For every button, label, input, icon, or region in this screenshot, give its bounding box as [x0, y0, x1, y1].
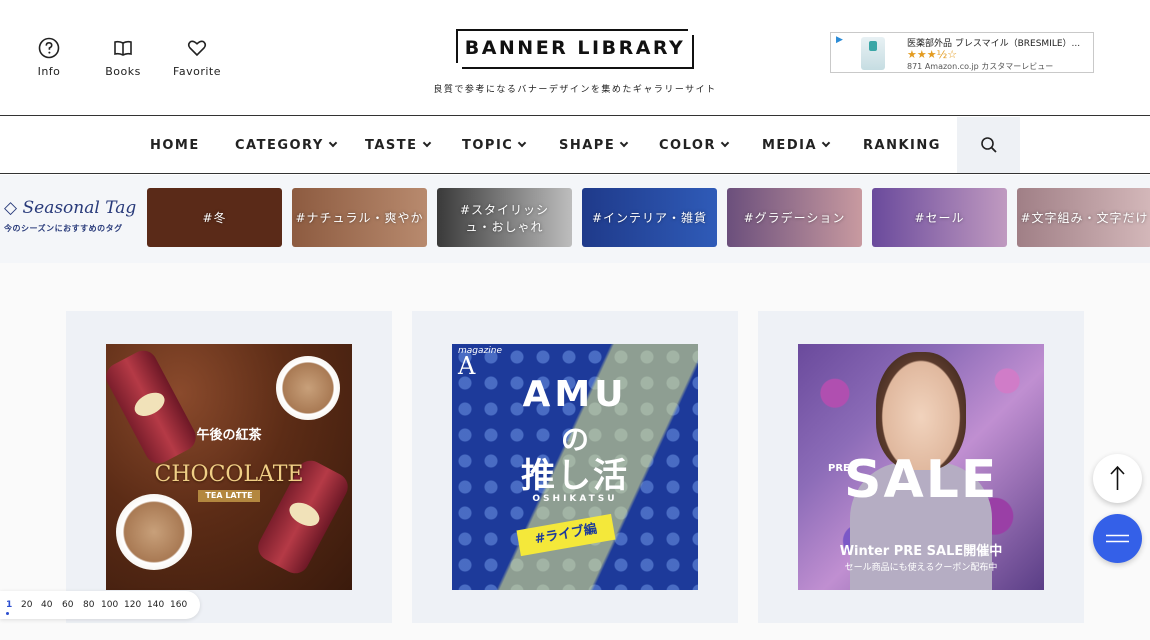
nav-home[interactable]: HOME	[150, 138, 200, 153]
banner-caption: Winter PRE SALE開催中	[839, 544, 1003, 559]
banner-title: 推し活	[521, 456, 629, 496]
pager-option[interactable]: 40	[41, 600, 52, 610]
pager-option[interactable]: 80	[83, 600, 94, 610]
tag-icon: ◇	[4, 198, 23, 218]
banner-subhead: TEA LATTE	[198, 490, 260, 502]
nav-ranking-label: RANKING	[863, 138, 941, 153]
banner-headline: SALE	[844, 450, 999, 510]
seasonal-tag-bar: ◇ Seasonal Tag 今のシーズンにおすすめのタグ #冬 #ナチュラル・…	[0, 175, 1150, 263]
ad-rating-stars: ★★★½☆	[907, 48, 958, 61]
arrow-up-icon	[1110, 465, 1125, 490]
favorite-button[interactable]: Favorite	[162, 37, 232, 78]
pager-option[interactable]: 120	[124, 600, 141, 610]
seasonal-tag-label: #スタイリッシュ・おしゃれ	[459, 202, 550, 234]
banner-grid: 午後の紅茶 CHOCOLATE TEA LATTE magazine A AMU…	[0, 263, 1150, 640]
pager-active-indicator	[6, 612, 9, 615]
scroll-top-button[interactable]	[1093, 454, 1142, 503]
ad-choices-icon[interactable]: ▶	[836, 35, 843, 45]
nav-color-label: COLOR	[659, 138, 716, 153]
latte-cup-image	[276, 356, 340, 420]
seasonal-tag-label: #セール	[914, 211, 965, 225]
chevron-down-icon	[619, 138, 629, 148]
nav-color[interactable]: COLOR	[659, 138, 730, 153]
banner-headline: AMU	[522, 374, 628, 415]
pager-option[interactable]: 140	[147, 600, 164, 610]
seasonal-tag-interior[interactable]: #インテリア・雑貨	[582, 188, 717, 247]
nav-topic[interactable]: TOPIC	[462, 138, 527, 153]
seasonal-tag-winter[interactable]: #冬	[147, 188, 282, 247]
main-nav: HOME CATEGORY TASTE TOPIC SHAPE COLOR ME…	[0, 117, 1150, 174]
ad-banner[interactable]: ▶ 医薬部外品 ブレスマイル（BRESMILE）... ★★★½☆ 871 Am…	[830, 32, 1094, 73]
search-icon	[981, 137, 997, 153]
page-count-selector: 1 20 40 60 80 100 120 140 160	[0, 591, 200, 619]
books-label: Books	[105, 65, 141, 78]
seasonal-tag-heading: ◇ Seasonal Tag 今のシーズンにおすすめのタグ	[4, 198, 139, 234]
nav-home-label: HOME	[150, 138, 200, 153]
info-button[interactable]: Info	[14, 37, 84, 78]
pager-option[interactable]: 60	[62, 600, 73, 610]
nav-topic-label: TOPIC	[462, 138, 514, 153]
site-header: Info Books Favorite BANNER LIBRARY 良質で参考…	[0, 0, 1150, 116]
heart-icon	[187, 40, 207, 57]
nav-category-label: CATEGORY	[235, 138, 324, 153]
chevron-down-icon	[518, 138, 527, 148]
logo-text: BANNER LIBRARY	[464, 37, 686, 59]
ad-review-count: 871 Amazon.co.jp カスタマーレビュー	[907, 62, 1054, 71]
nav-ranking[interactable]: RANKING	[863, 138, 941, 153]
banner-brand-text: 午後の紅茶	[196, 428, 262, 443]
pager-option[interactable]: 1	[6, 600, 12, 610]
seasonal-subtitle: 今のシーズンにおすすめのタグ	[4, 224, 123, 233]
seasonal-tag-typography[interactable]: #文字組み・文字だけ	[1017, 188, 1150, 247]
chevron-down-icon	[720, 138, 730, 148]
seasonal-tag-label: #冬	[202, 211, 227, 225]
seasonal-title-text: Seasonal Tag	[22, 198, 137, 218]
seasonal-tag-label: #文字組み・文字だけ	[1020, 211, 1149, 225]
banner-subcaption: セール商品にも使えるクーポン配布中	[844, 563, 998, 573]
chevron-down-icon	[422, 138, 431, 148]
product-can-image	[106, 345, 201, 469]
chevron-down-icon	[328, 138, 338, 148]
seasonal-tag-sale[interactable]: #セール	[872, 188, 1007, 247]
nav-search-button[interactable]	[957, 117, 1020, 173]
nav-taste[interactable]: TASTE	[365, 138, 431, 153]
banner-card[interactable]: PRE SALE Winter PRE SALE開催中 セール商品にも使えるクー…	[758, 311, 1084, 623]
seasonal-tag-label: #グラデーション	[743, 211, 846, 225]
nav-shape[interactable]: SHAPE	[559, 138, 629, 153]
site-logo[interactable]: BANNER LIBRARY	[456, 29, 694, 69]
banner-thumbnail[interactable]: PRE SALE Winter PRE SALE開催中 セール商品にも使えるクー…	[798, 344, 1044, 590]
banner-thumbnail[interactable]: 午後の紅茶 CHOCOLATE TEA LATTE	[106, 344, 352, 590]
question-circle-icon	[38, 37, 60, 59]
ad-product-image[interactable]	[861, 37, 885, 70]
pager-option[interactable]: 160	[170, 600, 187, 610]
nav-shape-label: SHAPE	[559, 138, 616, 153]
nav-category[interactable]: CATEGORY	[235, 138, 338, 153]
banner-headline: CHOCOLATE	[154, 462, 304, 487]
seasonal-tag-label: #インテリア・雑貨	[591, 211, 708, 225]
favorite-label: Favorite	[173, 65, 221, 78]
pager-option[interactable]: 20	[21, 600, 32, 610]
pager-option[interactable]: 100	[101, 600, 118, 610]
seasonal-tag-stylish[interactable]: #スタイリッシュ・おしゃれ	[437, 188, 572, 247]
banner-card[interactable]: magazine A AMU の 推し活 OSHIKATSU #ライブ編	[412, 311, 738, 623]
chevron-down-icon	[821, 138, 831, 148]
banner-pre-label: PRE	[828, 462, 850, 476]
seasonal-tag-natural[interactable]: #ナチュラル・爽やか	[292, 188, 427, 247]
info-label: Info	[37, 65, 61, 78]
site-tagline: 良質で参考になるバナーデザインを集めたギャラリーサイト	[433, 85, 717, 95]
seasonal-tag-gradation[interactable]: #グラデーション	[727, 188, 862, 247]
seasonal-tag-label: #ナチュラル・爽やか	[295, 211, 424, 225]
banner-card[interactable]: 午後の紅茶 CHOCOLATE TEA LATTE	[66, 311, 392, 623]
book-icon	[114, 40, 132, 56]
latte-cup-image	[116, 494, 192, 570]
seasonal-title: ◇ Seasonal Tag	[4, 198, 139, 218]
menu-icon	[1106, 534, 1129, 543]
menu-button[interactable]	[1093, 514, 1142, 563]
banner-romaji: OSHIKATSU	[532, 494, 618, 504]
banner-thumbnail[interactable]: magazine A AMU の 推し活 OSHIKATSU #ライブ編	[452, 344, 698, 590]
nav-taste-label: TASTE	[365, 138, 418, 153]
books-button[interactable]: Books	[88, 37, 158, 78]
nav-media[interactable]: MEDIA	[762, 138, 831, 153]
nav-media-label: MEDIA	[762, 138, 818, 153]
